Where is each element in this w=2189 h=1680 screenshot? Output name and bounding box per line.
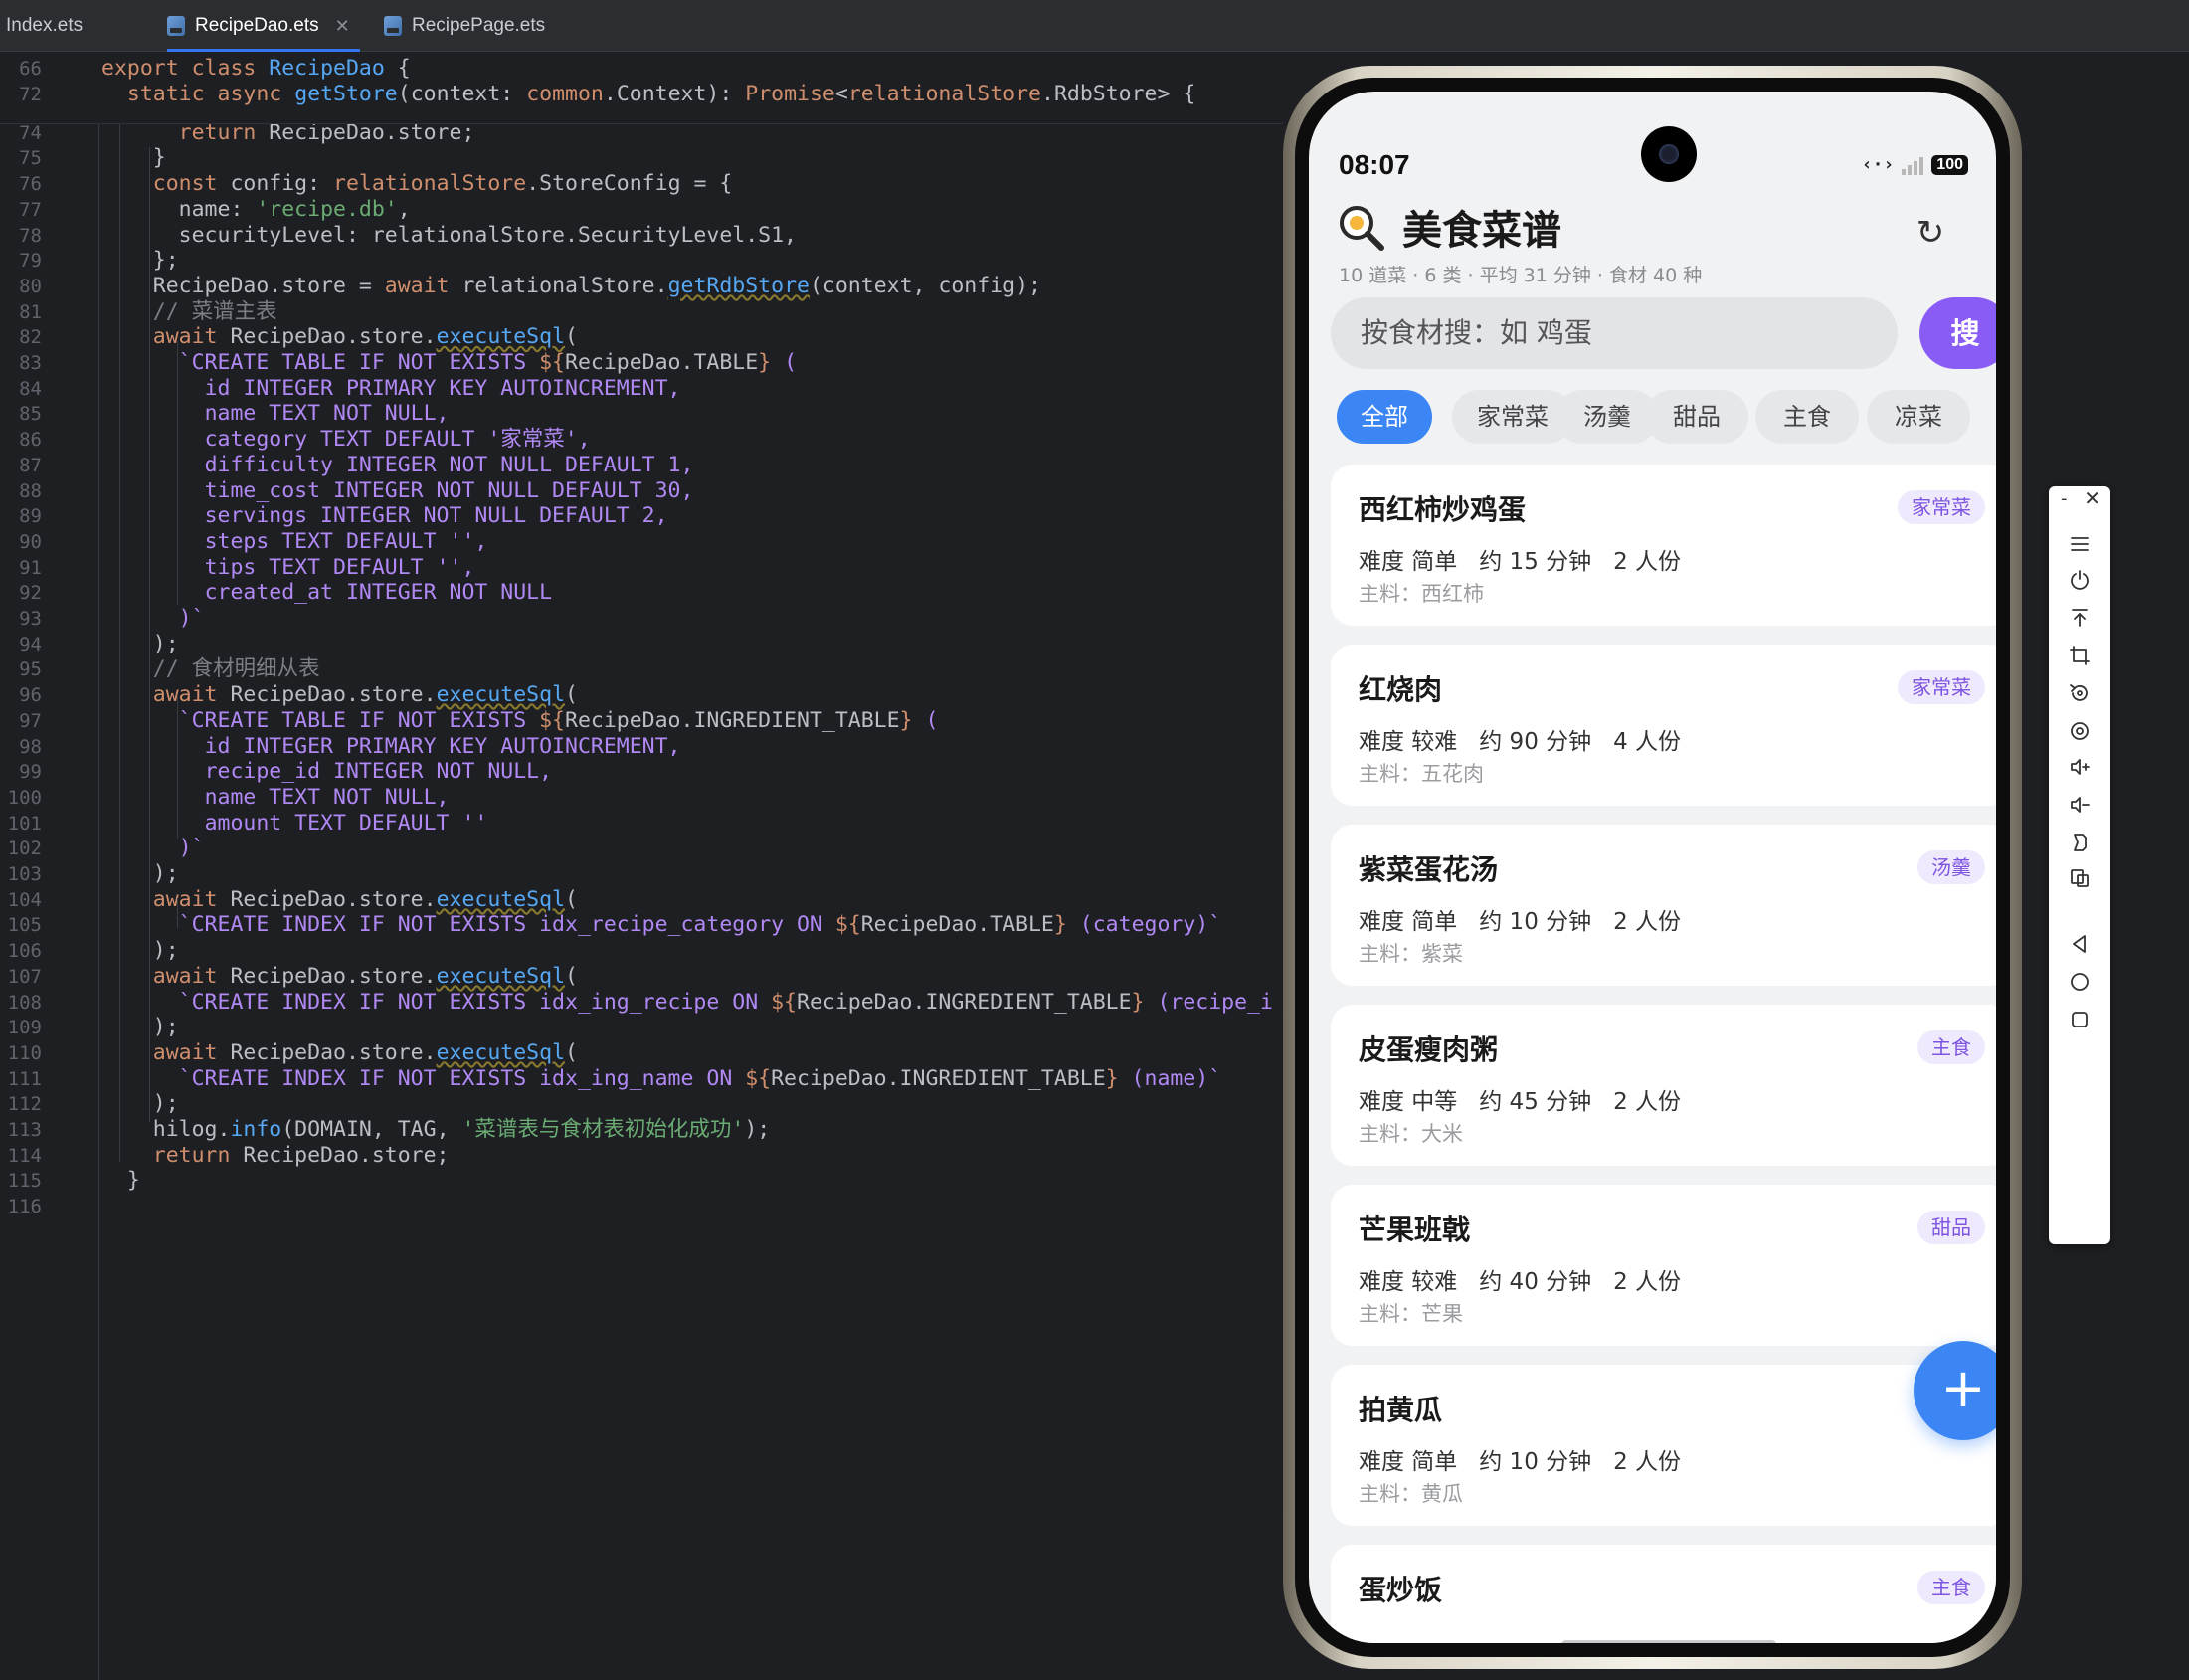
data-sync-icon: ‹·›: [1861, 154, 1895, 175]
emulator-toolbar: - ✕: [2049, 486, 2110, 1244]
volume-up-icon[interactable]: [2066, 753, 2094, 781]
tab-recipepage-ets[interactable]: RecipePage.ets: [384, 0, 545, 52]
tab-index-ets[interactable]: Index.ets: [6, 0, 83, 52]
sticky-scroll-header[interactable]: 66 export class RecipeDao {72 static asyn…: [0, 53, 1283, 124]
recipe-ingredient: 主料：黄瓜: [1359, 1482, 1463, 1506]
screenshot-icon[interactable]: [2066, 717, 2094, 745]
file-ets-icon: [167, 16, 185, 36]
recipe-name: 拍黄瓜: [1359, 1394, 1443, 1426]
fold-icon[interactable]: [2066, 829, 2094, 856]
recipe-ingredient: 主料：五花肉: [1359, 762, 1484, 786]
category-chip[interactable]: 汤羹: [1555, 390, 1659, 444]
recipe-meta: 难度 较难 约 90 分钟 4 人份: [1359, 729, 1682, 755]
indent-guide: [177, 898, 178, 928]
line-number: 72: [19, 83, 42, 105]
tab-label: RecipePage.ets: [412, 15, 546, 36]
multi-screen-icon[interactable]: [2066, 864, 2094, 892]
app-screen: 08:07 ‹·› 100 美食菜谱 10 道菜 · 6 类 · 平均 31 分…: [1309, 92, 1996, 1643]
battery-icon: 100: [1931, 154, 1968, 175]
recipe-card[interactable]: 紫菜蛋花汤 汤羹难度 简单 约 10 分钟 2 人份 主料：紫菜: [1331, 825, 1996, 986]
back-icon[interactable]: [2066, 930, 2094, 958]
recents-icon[interactable]: [2066, 1006, 2094, 1033]
recipe-meta: 难度 较难 约 40 分钟 2 人份: [1359, 1269, 1682, 1295]
recipe-card[interactable]: 西红柿炒鸡蛋 家常菜难度 简单 约 15 分钟 2 人份 主料：西红柿: [1331, 465, 1996, 626]
recipe-name: 紫菜蛋花汤: [1359, 853, 1499, 886]
category-chip[interactable]: 甜品: [1645, 390, 1748, 444]
category-tabs: 全部 家常菜 汤羹 甜品 主食 凉菜: [1309, 390, 1996, 446]
category-badge: 主食: [1917, 1030, 1985, 1064]
tab-label: Index.ets: [6, 15, 84, 36]
app-subtitle: 10 道菜 · 6 类 · 平均 31 分钟 · 食材 40 种: [1339, 265, 1703, 286]
recipe-meta: 难度 简单 约 10 分钟 2 人份: [1359, 1449, 1682, 1475]
recipe-ingredient: 主料：大米: [1359, 1122, 1463, 1146]
code-editor[interactable]: 73 if (RecipeDao.store) {74 return Recip…: [0, 53, 1283, 1680]
search-button[interactable]: 搜: [1919, 297, 1996, 369]
tab-label: RecipeDao.ets: [195, 15, 319, 36]
category-chip[interactable]: 全部: [1337, 390, 1432, 444]
code-text: static async getStore(context: common.Co…: [126, 81, 1196, 106]
app-title: 美食菜谱: [1402, 208, 1561, 254]
home-indicator[interactable]: [1561, 1640, 1776, 1643]
recipe-name: 西红柿炒鸡蛋: [1359, 493, 1527, 526]
recipe-name: 皮蛋瘦肉粥: [1359, 1033, 1499, 1066]
recipe-card[interactable]: 红烧肉 家常菜难度 较难 约 90 分钟 4 人份 主料：五花肉: [1331, 645, 1996, 806]
volume-down-icon[interactable]: [2066, 791, 2094, 819]
indent-guide: [177, 694, 178, 839]
category-chip[interactable]: 主食: [1755, 390, 1859, 444]
category-badge: 家常菜: [1898, 670, 1985, 704]
recipe-name: 芒果班戟: [1359, 1213, 1471, 1246]
category-badge: 家常菜: [1898, 490, 1985, 524]
power-icon[interactable]: [2066, 566, 2094, 594]
indent-guide: [177, 341, 178, 605]
recipe-ingredient: 主料：西红柿: [1359, 582, 1484, 606]
recipe-card[interactable]: 蛋炒饭 主食: [1331, 1545, 1996, 1643]
recipe-card[interactable]: 芒果班戟 甜品难度 较难 约 40 分钟 2 人份 主料：芒果: [1331, 1185, 1996, 1346]
category-badge: 甜品: [1917, 1211, 1985, 1244]
recipe-name: 红烧肉: [1359, 673, 1443, 706]
recipe-meta: 难度 简单 约 10 分钟 2 人份: [1359, 909, 1682, 935]
close-button[interactable]: ✕: [2084, 486, 2100, 510]
editor-tab-bar: Index.ets RecipeDao.ets ✕ RecipePage.ets: [0, 0, 2189, 52]
code-line[interactable]: 72 static async getStore(context: common…: [0, 77, 1283, 112]
minimize-button[interactable]: -: [2061, 488, 2068, 509]
signal-icon: [1902, 155, 1924, 175]
recipe-name: 蛋炒饭: [1359, 1574, 1443, 1606]
category-badge: 主食: [1917, 1571, 1985, 1604]
magnifier-egg-icon: [1340, 206, 1384, 251]
category-chip[interactable]: 凉菜: [1867, 390, 1970, 444]
pin-top-icon[interactable]: [2066, 604, 2094, 632]
rotate-icon[interactable]: [2066, 679, 2094, 707]
tab-recipedao-ets[interactable]: RecipeDao.ets ✕: [167, 0, 360, 52]
search-input[interactable]: 按食材搜：如 鸡蛋: [1331, 297, 1898, 369]
recipe-card[interactable]: 皮蛋瘦肉粥 主食难度 中等 约 45 分钟 2 人份 主料：大米: [1331, 1005, 1996, 1166]
refresh-icon[interactable]: ↻: [1911, 213, 1950, 253]
line-number: 116: [7, 1196, 42, 1218]
category-badge: 汤羹: [1917, 850, 1985, 884]
crop-icon[interactable]: [2066, 642, 2094, 669]
phone-emulator: 08:07 ‹·› 100 美食菜谱 10 道菜 · 6 类 · 平均 31 分…: [1283, 66, 2022, 1669]
code-line[interactable]: 116: [0, 1189, 1283, 1224]
recipe-meta: 难度 中等 约 45 分钟 2 人份: [1359, 1089, 1682, 1115]
status-bar: 08:07 ‹·› 100: [1309, 92, 1996, 182]
indent-guide: [149, 147, 150, 1122]
indent-guide: [119, 112, 120, 1162]
home-icon[interactable]: [2066, 968, 2094, 996]
menu-icon[interactable]: [2066, 530, 2094, 558]
close-icon[interactable]: ✕: [335, 16, 350, 37]
recipe-card[interactable]: 拍黄瓜难度 简单 约 10 分钟 2 人份 主料：黄瓜: [1331, 1365, 1996, 1526]
status-time: 08:07: [1339, 149, 1410, 180]
recipe-ingredient: 主料：芒果: [1359, 1302, 1463, 1326]
recipe-ingredient: 主料：紫菜: [1359, 942, 1463, 966]
recipe-meta: 难度 简单 约 15 分钟 2 人份: [1359, 549, 1682, 575]
file-ets-icon: [384, 16, 402, 36]
front-camera: [1641, 126, 1697, 182]
